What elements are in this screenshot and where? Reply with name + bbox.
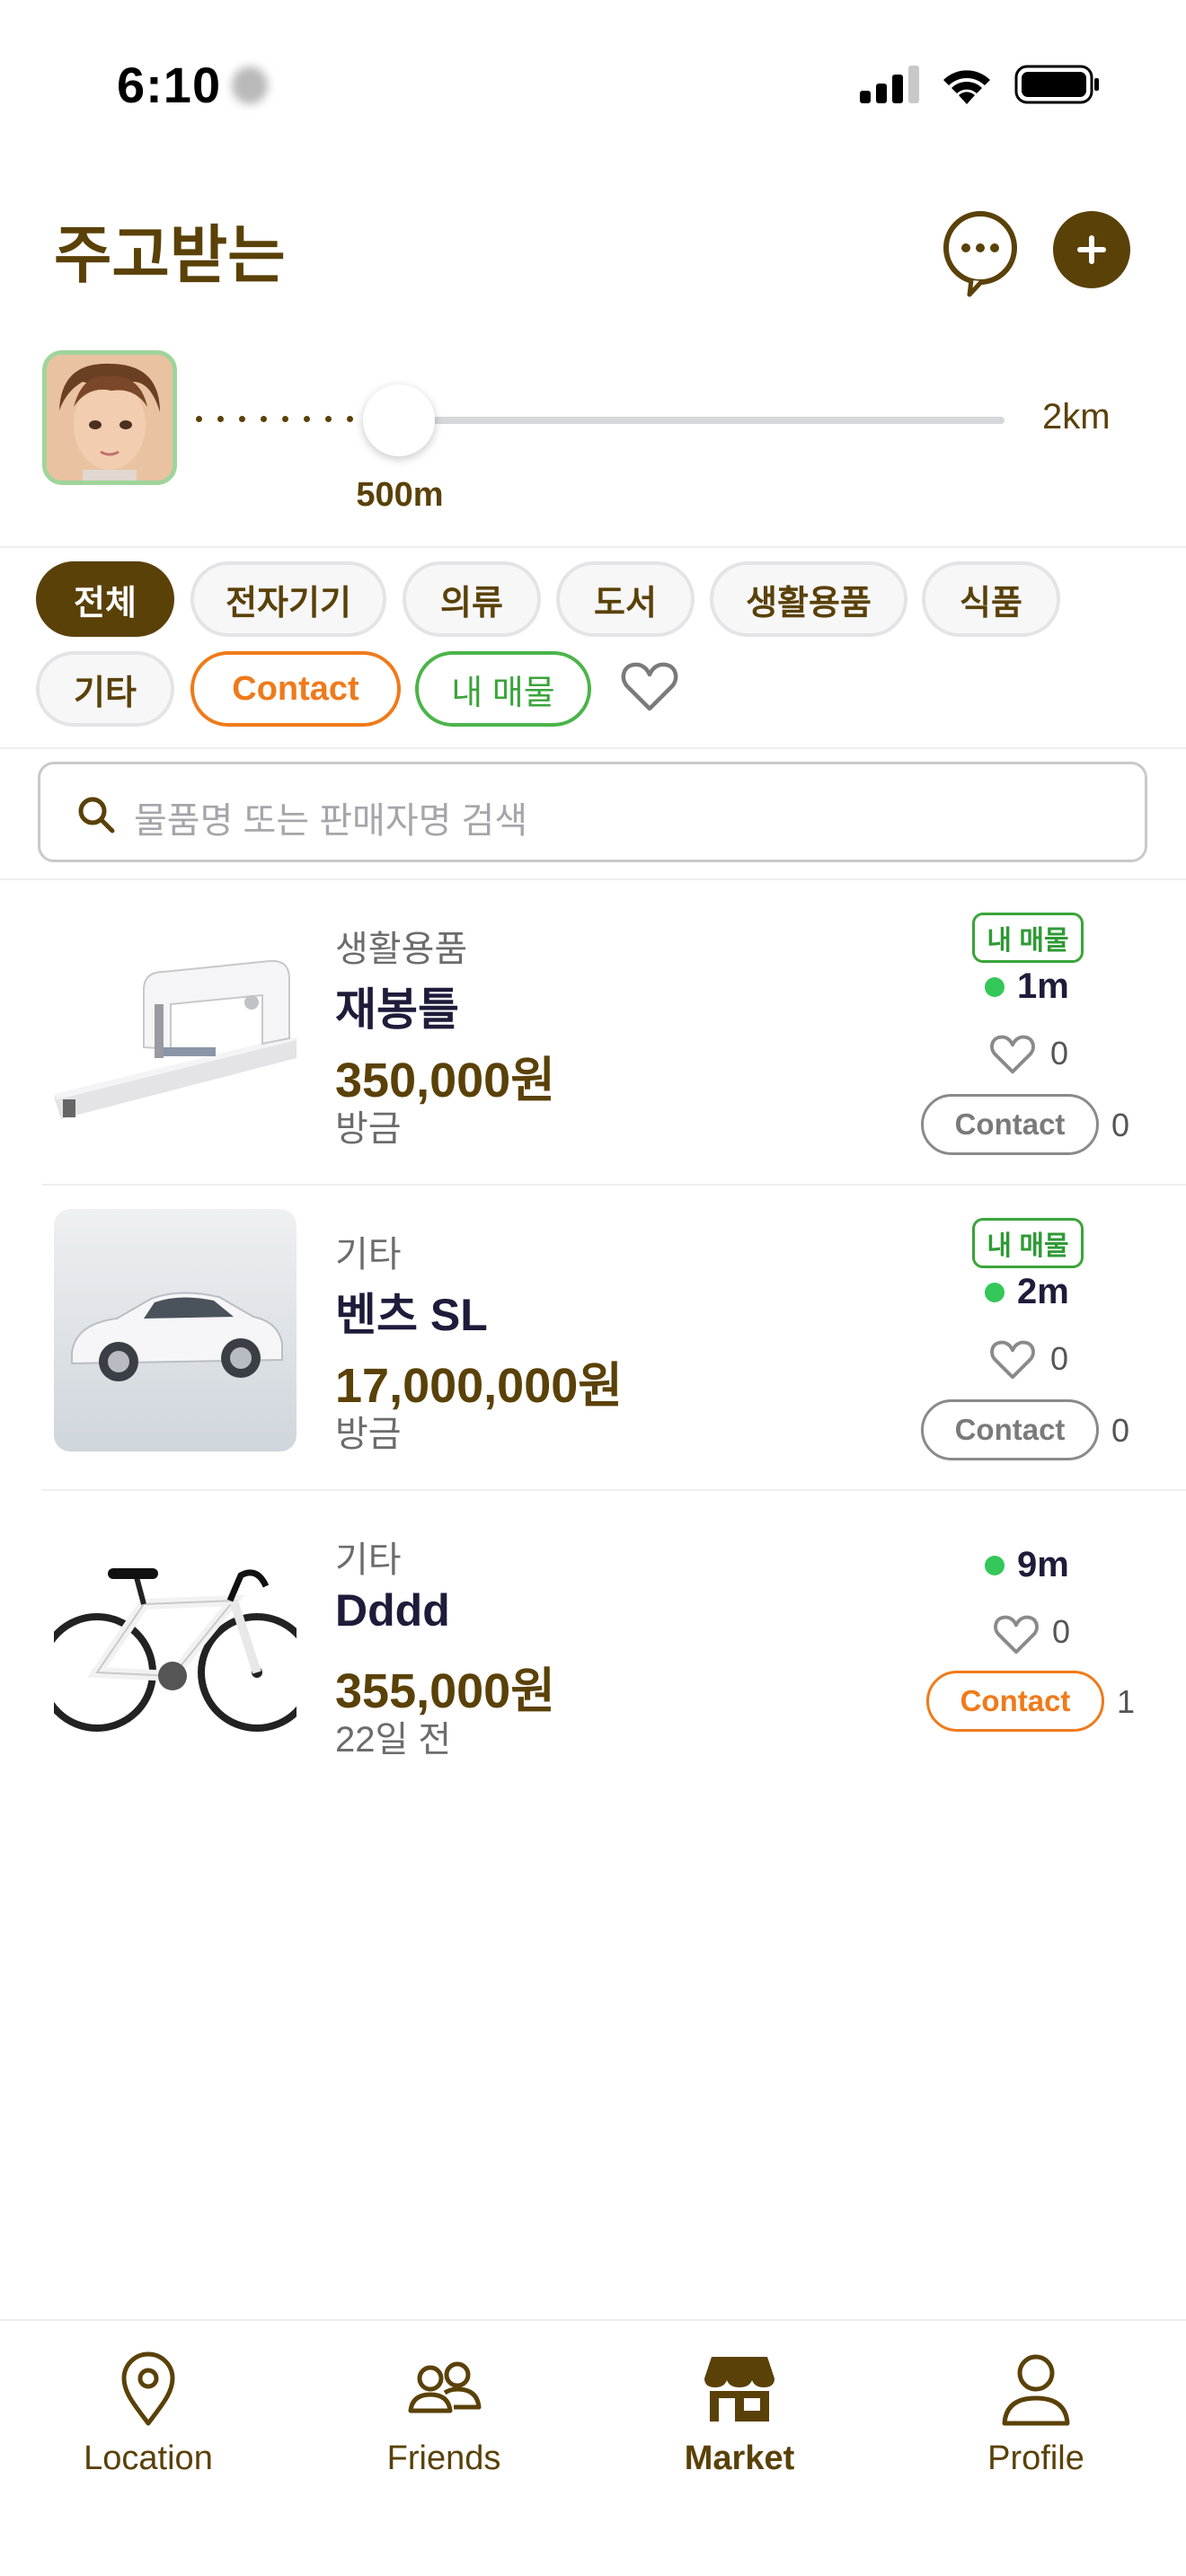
tab-friends[interactable]: Friends bbox=[354, 2348, 534, 2492]
contact-count: 0 bbox=[1111, 1412, 1130, 1449]
max-distance-label: 2km bbox=[1042, 397, 1111, 437]
filter-my-listings[interactable]: 내 매물 bbox=[415, 651, 591, 727]
app-header: 주고받는 bbox=[0, 171, 1186, 332]
chip-other[interactable]: 기타 bbox=[36, 651, 174, 727]
distance-slider-track[interactable] bbox=[395, 417, 1005, 424]
my-listing-badge: 내 매물 bbox=[972, 1218, 1084, 1268]
heart-icon bbox=[990, 1340, 1035, 1380]
listing-thumbnail bbox=[54, 904, 296, 1146]
contact-button[interactable]: Contact bbox=[921, 1094, 1099, 1155]
heart-icon bbox=[994, 1615, 1039, 1654]
chip-food[interactable]: 식품 bbox=[922, 561, 1060, 637]
chip-electronics[interactable]: 전자기기 bbox=[190, 561, 386, 637]
user-avatar[interactable] bbox=[42, 350, 177, 485]
like-count: 0 bbox=[1050, 1035, 1069, 1072]
heart-icon bbox=[990, 1035, 1035, 1074]
chip-household[interactable]: 생활용품 bbox=[710, 561, 907, 637]
chip-clothing[interactable]: 의류 bbox=[403, 561, 541, 637]
online-dot bbox=[985, 1556, 1005, 1575]
listing-time: 방금 bbox=[335, 1415, 402, 1454]
listing-distance: 2m bbox=[1017, 1272, 1069, 1311]
like-button[interactable] bbox=[987, 1029, 1038, 1076]
like-count: 0 bbox=[1052, 1613, 1071, 1650]
tab-label: Location bbox=[84, 2439, 213, 2477]
listing-title: 벤츠 SL bbox=[335, 1290, 488, 1340]
tab-market[interactable]: Market bbox=[650, 2348, 829, 2492]
contact-count: 0 bbox=[1111, 1107, 1130, 1143]
like-button[interactable] bbox=[987, 1335, 1038, 1381]
divider bbox=[0, 878, 1186, 880]
cellular-signal-icon bbox=[860, 66, 919, 103]
status-icons bbox=[860, 65, 1101, 104]
car-image bbox=[54, 1209, 296, 1451]
tab-label: Market bbox=[684, 2439, 795, 2477]
location-pin-icon bbox=[121, 2351, 175, 2426]
status-time: 6:10 bbox=[117, 57, 222, 113]
listing-distance: 1m bbox=[1017, 966, 1069, 1006]
sewing-machine-image bbox=[54, 904, 296, 1146]
favorites-filter-button[interactable] bbox=[618, 655, 681, 718]
divider bbox=[42, 1489, 1186, 1491]
tab-label: Profile bbox=[987, 2439, 1084, 2477]
contact-count: 1 bbox=[1117, 1683, 1136, 1720]
battery-icon bbox=[1014, 65, 1099, 104]
chat-bubble-icon bbox=[943, 211, 1017, 297]
page-title: 주고받는 bbox=[54, 220, 286, 290]
listing-item[interactable]: 기타 벤츠 SL 17,000,000원 방금 내 매물 2m 0 Contac… bbox=[42, 1193, 1186, 1498]
search-input[interactable]: 물품명 또는 판매자명 검색 bbox=[38, 762, 1147, 862]
filter-contact[interactable]: Contact bbox=[190, 651, 401, 727]
plus-icon bbox=[1077, 235, 1106, 264]
friends-icon bbox=[408, 2361, 482, 2413]
distance-filter: 500m 2km bbox=[0, 350, 1186, 530]
like-count: 0 bbox=[1050, 1340, 1069, 1377]
contact-button[interactable]: Contact bbox=[921, 1399, 1099, 1460]
tab-profile[interactable]: Profile bbox=[946, 2348, 1126, 2492]
heart-icon bbox=[621, 662, 678, 711]
like-button[interactable] bbox=[991, 1610, 1041, 1656]
listing-title: 재봉틀 bbox=[335, 984, 459, 1035]
wifi-icon bbox=[943, 70, 990, 104]
listing-category: 기타 bbox=[335, 1540, 402, 1580]
search-icon bbox=[78, 797, 115, 834]
listing-item[interactable]: 기타 Dddd 355,000원 22일 전 9m 0 Contact 1 bbox=[42, 1498, 1186, 1804]
online-dot bbox=[985, 977, 1005, 997]
listing-thumbnail bbox=[54, 1209, 296, 1451]
status-bar: 6:10 bbox=[0, 0, 1186, 171]
listing-title: Dddd bbox=[335, 1585, 450, 1636]
listing-distance: 9m bbox=[1017, 1545, 1069, 1584]
my-listing-badge: 내 매물 bbox=[972, 913, 1084, 963]
chip-all[interactable]: 전체 bbox=[36, 561, 174, 637]
selected-distance: 500m bbox=[356, 476, 444, 514]
distance-slider-thumb[interactable] bbox=[363, 384, 435, 456]
contact-button[interactable]: Contact bbox=[926, 1671, 1104, 1732]
slider-filled-range bbox=[196, 416, 353, 425]
tab-location[interactable]: Location bbox=[58, 2348, 238, 2492]
avatar-illustration bbox=[47, 355, 173, 481]
online-dot bbox=[985, 1283, 1005, 1302]
profile-icon bbox=[1002, 2354, 1070, 2426]
tab-label: Friends bbox=[386, 2439, 501, 2477]
listing-category: 생활용품 bbox=[335, 930, 468, 969]
listing-time: 22일 전 bbox=[335, 1720, 452, 1760]
divider bbox=[0, 747, 1186, 749]
search-placeholder: 물품명 또는 판매자명 검색 bbox=[134, 801, 528, 841]
divider bbox=[0, 546, 1186, 548]
bicycle-image bbox=[54, 1514, 296, 1757]
listing-category: 기타 bbox=[335, 1235, 402, 1275]
chat-button[interactable] bbox=[939, 208, 1022, 298]
listing-item[interactable]: 생활용품 재봉틀 350,000원 방금 내 매물 1m 0 Contact 0 bbox=[42, 887, 1186, 1193]
listing-time: 방금 bbox=[335, 1109, 402, 1149]
chip-books[interactable]: 도서 bbox=[556, 561, 695, 637]
bottom-tab-bar: Location Friends Market Profile bbox=[0, 2319, 1186, 2576]
listing-thumbnail bbox=[54, 1514, 296, 1757]
add-listing-button[interactable] bbox=[1053, 211, 1130, 288]
divider bbox=[42, 1184, 1186, 1186]
notification-indicator bbox=[232, 66, 268, 104]
store-icon bbox=[704, 2357, 774, 2422]
